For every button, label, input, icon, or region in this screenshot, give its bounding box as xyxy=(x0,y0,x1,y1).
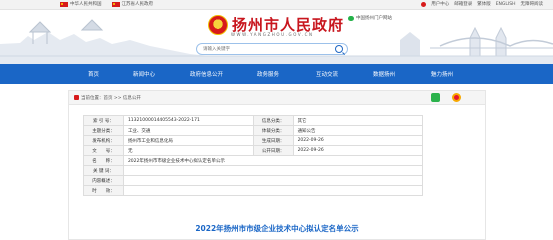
document-number-value: 无 xyxy=(122,145,254,156)
national-flag-icon xyxy=(111,1,120,7)
keywords-value xyxy=(122,165,424,176)
document-number-label: 文 号： xyxy=(83,145,124,156)
topic-category-value: 工业、交通 xyxy=(122,125,254,136)
document-info-table: 索 引 号： 11321000014405543-2022-171 信息分类： … xyxy=(83,115,424,196)
topic-category-label: 主题分类： xyxy=(83,125,124,136)
nav-item-news[interactable]: 新闻中心 xyxy=(133,70,155,78)
table-row: 主题分类： 工业、交通 体裁分类： 通知公告 xyxy=(83,125,424,136)
link-central-government[interactable]: 中华人民共和国 xyxy=(60,1,102,7)
table-row: 关 键 词： xyxy=(83,165,424,176)
content-panel: 当前位置：首页 >> 信息公开 索 引 号： 11321000014405543… xyxy=(68,90,486,240)
breadcrumb[interactable]: 当前位置：首页 >> 信息公开 xyxy=(81,95,141,101)
link-central-government-label: 中华人民共和国 xyxy=(70,2,102,7)
nav-item-charm-yangzhou[interactable]: 魅力扬州 xyxy=(431,70,453,78)
index-number-label: 索 引 号： xyxy=(83,115,124,126)
summary-value xyxy=(122,175,424,186)
index-number-value: 11321000014405543-2022-171 xyxy=(122,115,254,126)
generated-date-label: 生成日期： xyxy=(252,135,294,146)
publish-date-value: 2022-09-26 xyxy=(292,145,424,156)
nav-item-home[interactable]: 首页 xyxy=(88,70,99,78)
summary-label: 内容概述： xyxy=(83,175,124,186)
table-row: 索 引 号： 11321000014405543-2022-171 信息分类： … xyxy=(83,115,424,126)
publisher-value: 扬州市工业和信息化局 xyxy=(122,135,254,146)
wechat-icon xyxy=(348,15,354,21)
document-title: 2022年扬州市市级企业技术中心拟认定名单公示 xyxy=(195,224,359,233)
generated-date-value: 2022-09-26 xyxy=(292,135,424,146)
table-row: 时 效： xyxy=(83,185,424,196)
english-link[interactable]: ENGLISH xyxy=(496,2,516,7)
main-navigation: 首页 新闻中心 政府信息公开 政务服务 互动交流 数据扬州 魅力扬州 xyxy=(0,64,553,84)
genre-category-label: 体裁分类： xyxy=(252,125,294,136)
table-row: 内容概述： xyxy=(83,175,424,186)
table-row: 名 称： 2022年扬州市市级企业技术中心拟认定名单公示 xyxy=(83,155,424,166)
link-jiangsu-government[interactable]: 江苏省人民政府 xyxy=(111,1,154,7)
share-wechat-icon[interactable] xyxy=(431,93,440,102)
nav-item-data-yangzhou[interactable]: 数据扬州 xyxy=(373,70,395,78)
national-emblem-icon xyxy=(208,14,228,35)
table-row: 文 号： 无 公开日期： 2022-09-26 xyxy=(83,145,424,156)
validity-label: 时 效： xyxy=(83,185,124,196)
nav-item-interaction[interactable]: 互动交流 xyxy=(316,70,338,78)
link-jiangsu-government-label: 江苏省人民政府 xyxy=(121,2,154,7)
publish-date-label: 公开日期： xyxy=(252,145,294,156)
external-links: 中华人民共和国 江苏省人民政府 xyxy=(60,1,153,7)
nav-item-gov-info-disclosure[interactable]: 政府信息公开 xyxy=(190,70,223,78)
share-weibo-icon[interactable] xyxy=(452,93,461,102)
table-row: 发布机构： 扬州市工业和信息化局 生成日期： 2022-09-26 xyxy=(83,135,424,146)
genre-category-value: 通知公告 xyxy=(292,125,424,136)
nav-item-gov-services[interactable]: 政务服务 xyxy=(257,70,279,78)
info-category-label: 信息分类： xyxy=(252,115,294,126)
site-banner: 扬州市人民政府 WWW.YANGZHOU.GOV.CN 中国扬州门户网站 xyxy=(0,10,553,64)
traditional-chinese-link[interactable]: 繁体版 xyxy=(477,1,491,7)
breadcrumb-bar: 当前位置：首页 >> 信息公开 xyxy=(69,91,485,105)
home-icon xyxy=(74,95,79,100)
email-login-link[interactable]: 邮箱登录 xyxy=(454,1,472,7)
search-input[interactable] xyxy=(203,45,323,54)
info-category-value: 其它 xyxy=(292,115,424,126)
site-url: WWW.YANGZHOU.GOV.CN xyxy=(231,32,314,37)
keywords-label: 关 键 词： xyxy=(83,165,124,176)
national-flag-icon xyxy=(60,1,68,7)
top-utility-bar: 中华人民共和国 江苏省人民政府 用户中心 邮箱登录 繁体版 ENGLISH 无障… xyxy=(0,0,553,10)
search-icon[interactable] xyxy=(335,45,343,53)
accessibility-link[interactable]: 无障碍阅读 xyxy=(521,1,544,7)
document-name-value: 2022年扬州市市级企业技术中心拟认定名单公示 xyxy=(122,155,424,166)
user-center-link[interactable]: 用户中心 xyxy=(431,1,449,7)
wechat-portal-label: 中国扬州门户网站 xyxy=(356,16,392,21)
publisher-label: 发布机构： xyxy=(83,135,124,146)
validity-value xyxy=(122,185,424,196)
user-icon xyxy=(421,1,427,7)
utility-links: 用户中心 邮箱登录 繁体版 ENGLISH 无障碍阅读 xyxy=(421,1,543,7)
search-box xyxy=(196,43,348,55)
document-name-label: 名 称： xyxy=(83,155,124,166)
wechat-portal-link[interactable]: 中国扬州门户网站 xyxy=(348,15,392,21)
